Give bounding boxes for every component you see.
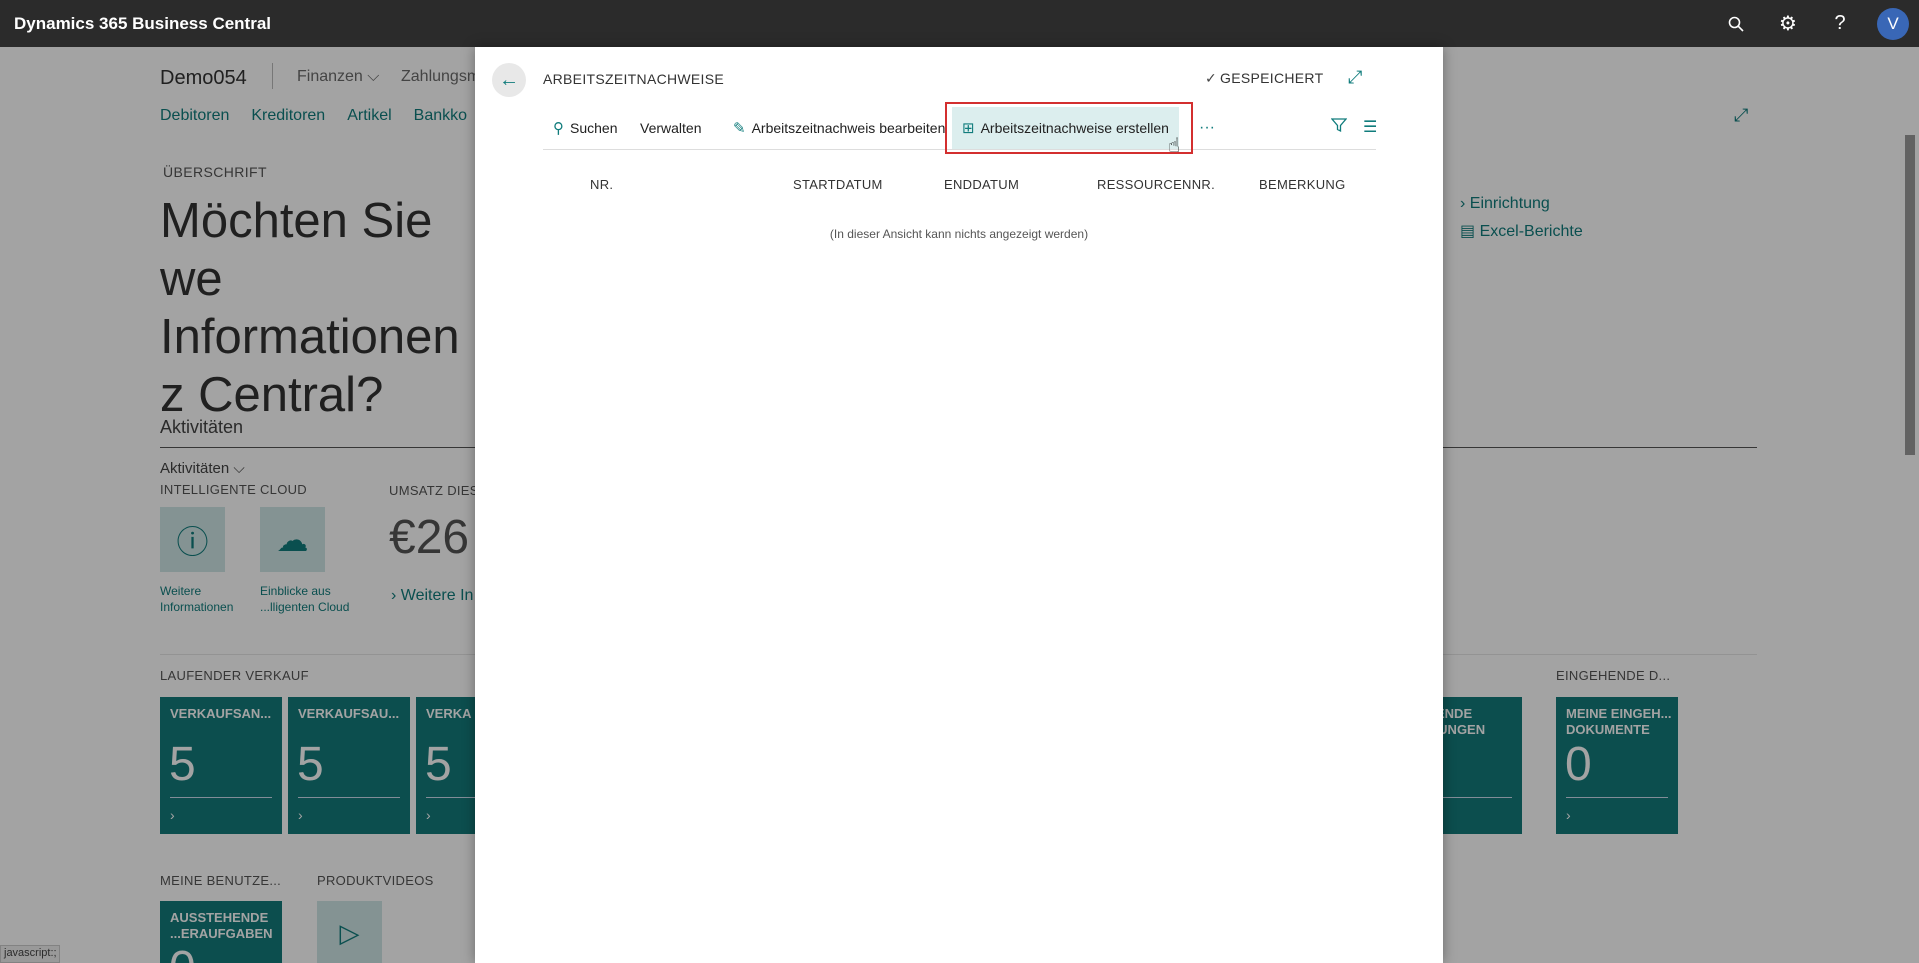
help-icon[interactable]: ? [1825, 9, 1855, 39]
highlight-annotation [945, 102, 1193, 154]
column-header-nr[interactable]: NR. [590, 177, 613, 192]
back-arrow-icon[interactable]: ← [492, 63, 526, 97]
avatar[interactable]: V [1877, 7, 1909, 40]
search-icon: ⚲ [553, 120, 564, 137]
saved-status: ✓ GESPEICHERT [1205, 70, 1324, 86]
app-bar: Dynamics 365 Business Central ⚙ ? V [0, 0, 1919, 47]
check-icon: ✓ [1205, 70, 1218, 86]
list-view-icon[interactable]: ☰ [1363, 117, 1377, 137]
search-icon[interactable] [1721, 9, 1751, 39]
empty-state-text: (In dieser Ansicht kann nichts angezeigt… [829, 227, 1089, 241]
expand-icon[interactable]: ⤢ [1348, 67, 1362, 88]
column-header-ressourcennr[interactable]: RESSOURCENNR. [1097, 177, 1215, 192]
hand-cursor-icon: ☝ [1168, 135, 1181, 157]
timesheets-dialog: ← ARBEITSZEITNACHWEISE ✓ GESPEICHERT ⤢ ⚲ S… [475, 47, 1443, 963]
edit-icon: ✎ [733, 120, 746, 137]
gear-icon[interactable]: ⚙ [1773, 9, 1803, 39]
more-options-button[interactable]: ··· [1199, 107, 1215, 149]
column-header-bemerkung[interactable]: BEMERKUNG [1259, 177, 1346, 192]
manage-button[interactable]: Verwalten [640, 107, 701, 149]
filter-icon[interactable] [1330, 117, 1348, 138]
column-header-enddatum[interactable]: ENDDATUM [944, 177, 1019, 192]
search-button[interactable]: ⚲ Suchen [553, 107, 617, 149]
edit-timesheet-button[interactable]: ✎ Arbeitszeitnachweis bearbeiten [733, 107, 945, 149]
table-header: NR. STARTDATUM ENDDATUM RESSOURCENNR. BE… [543, 177, 1376, 197]
app-title[interactable]: Dynamics 365 Business Central [14, 14, 271, 34]
page-title: ARBEITSZEITNACHWEISE [543, 71, 725, 87]
column-header-startdatum[interactable]: STARTDATUM [793, 177, 883, 192]
